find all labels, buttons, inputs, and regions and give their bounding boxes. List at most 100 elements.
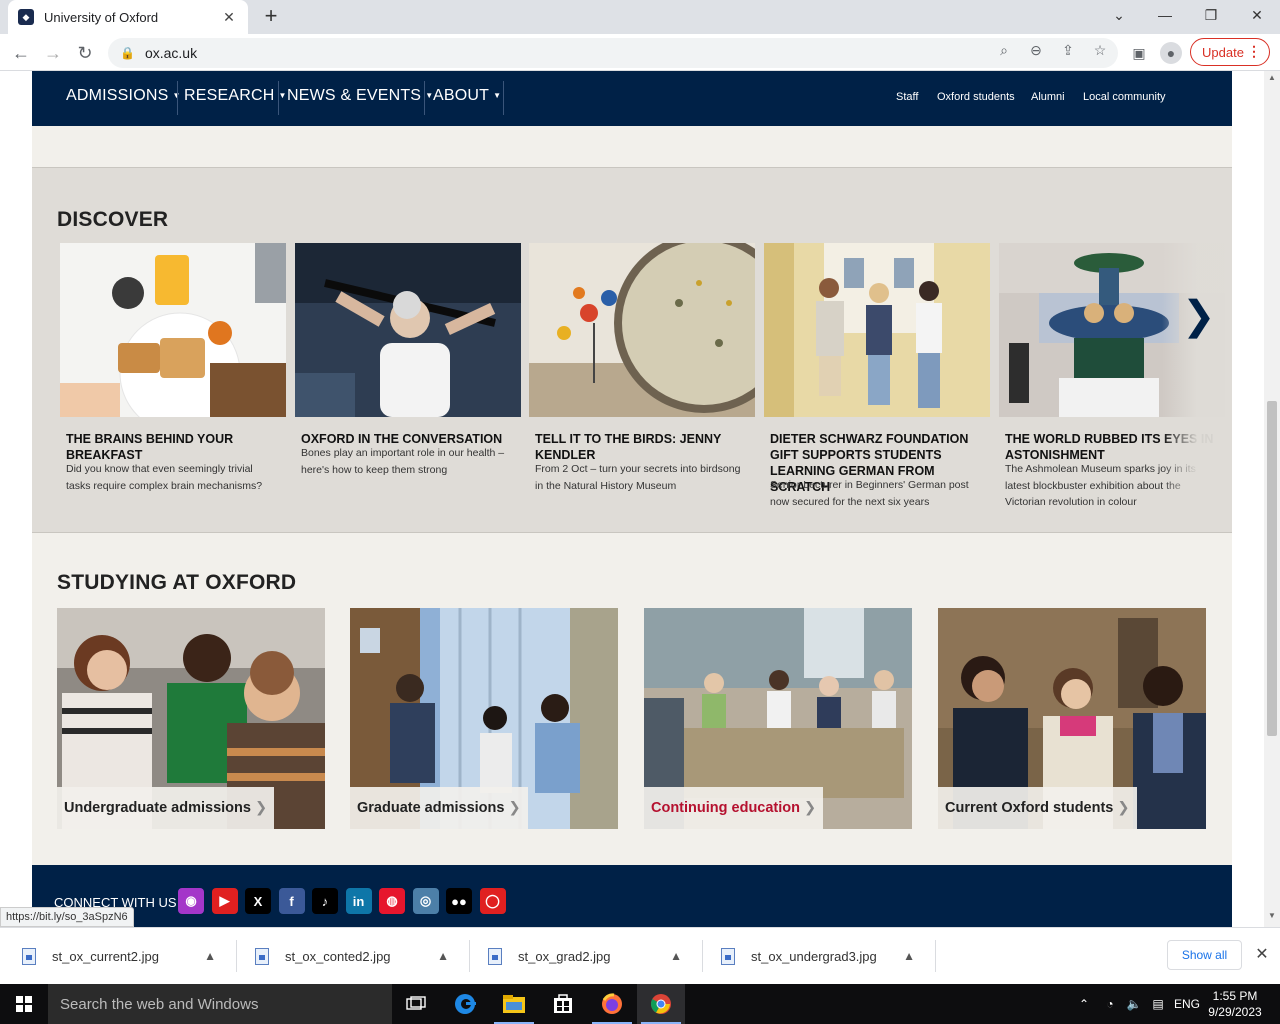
discover-title: DISCOVER	[57, 208, 169, 231]
browser-tab-bar: ◆ University of Oxford ✕ + ⌄ — ❐ ✕	[0, 0, 1280, 34]
chevron-right-icon: ❯	[1117, 800, 1130, 816]
chevron-right-icon: ❯	[804, 800, 817, 816]
file-explorer-icon[interactable]	[490, 984, 538, 1024]
discover-card[interactable]: DIETER SCHWARZ FOUNDATION GIFT SUPPORTS …	[764, 243, 990, 513]
discover-card[interactable]: THE BRAINS BEHIND YOUR BREAKFAST Did you…	[60, 243, 286, 513]
facebook-icon[interactable]: f	[278, 888, 305, 914]
graduate-admissions-tile[interactable]: Graduate admissions ❯	[350, 608, 618, 829]
instagram-icon[interactable]: ◎	[412, 888, 439, 914]
chevron-up-icon[interactable]: ▲	[903, 949, 915, 963]
volume-icon[interactable]: 🔈	[1124, 984, 1144, 1024]
windows-taskbar: Search the web and Windows ⌃ ◔ 🔈 ▤ ENG 1…	[0, 984, 1280, 1024]
restore-icon[interactable]: ❐	[1188, 0, 1234, 30]
undergraduate-admissions-tile[interactable]: Undergraduate admissions ❯	[57, 608, 325, 829]
tile-label[interactable]: Continuing education ❯	[644, 787, 824, 829]
tiktok-icon[interactable]: ♪	[312, 888, 338, 914]
zoom-out-icon[interactable]: ⊖	[1026, 40, 1046, 60]
nav-about[interactable]: ABOUT ▼	[433, 87, 501, 109]
close-window-icon[interactable]: ✕	[1234, 0, 1280, 30]
firefox-icon[interactable]	[588, 984, 636, 1024]
taskbar-search-box[interactable]: Search the web and Windows	[48, 984, 392, 1024]
show-all-downloads-button[interactable]: Show all	[1167, 940, 1242, 970]
youtube-icon[interactable]: ▶	[211, 888, 238, 914]
lock-icon[interactable]: 🔒	[120, 46, 135, 60]
tile-label-text: Current Oxford students	[945, 800, 1114, 816]
clock-date: 9/29/2023	[1208, 1005, 1262, 1019]
quick-link-staff[interactable]: Staff	[896, 91, 918, 103]
tab-close-icon[interactable]: ✕	[220, 9, 238, 26]
site-footer: CONNECT WITH US ◉ ▶ Xf ♪ in ◍ ◎ ●● ◯	[32, 865, 1232, 927]
nav-news-events[interactable]: NEWS & EVENTS ▼	[287, 87, 433, 109]
side-panel-icon[interactable]: ▣	[1128, 42, 1150, 64]
chat-icon[interactable]: ◯	[479, 888, 506, 914]
students-walking-image	[764, 243, 990, 417]
tile-label[interactable]: Current Oxford students ❯	[938, 787, 1137, 829]
download-item[interactable]: st_ox_grad2.jpg ▲	[472, 938, 696, 974]
weibo-icon[interactable]: ◍	[379, 888, 405, 914]
new-tab-button[interactable]: +	[258, 4, 284, 30]
page-scrollbar[interactable]: ▲ ▼	[1264, 71, 1280, 927]
tab-search-chevron-icon[interactable]: ⌄	[1096, 0, 1142, 30]
chevron-up-icon[interactable]: ▲	[204, 949, 216, 963]
action-center-icon[interactable]: ▤	[1148, 984, 1168, 1024]
tile-label[interactable]: Undergraduate admissions ❯	[57, 787, 275, 829]
nav-divider	[424, 81, 425, 115]
download-divider	[935, 940, 936, 972]
chevron-up-icon[interactable]: ▲	[670, 949, 682, 963]
reload-icon[interactable]: ↻	[70, 38, 100, 68]
download-item[interactable]: st_ox_undergrad3.jpg ▲	[705, 938, 929, 974]
discover-card[interactable]: OXFORD IN THE CONVERSATION Bones play an…	[295, 243, 521, 513]
download-filename: st_ox_undergrad3.jpg	[751, 948, 877, 964]
linkedin-icon[interactable]: in	[345, 888, 372, 914]
carousel-next-arrow-icon[interactable]: ❯	[1182, 293, 1216, 339]
minimize-icon[interactable]: —	[1142, 0, 1188, 30]
taskbar-clock[interactable]: 1:55 PM 9/29/2023	[1205, 988, 1265, 1020]
update-label: Update	[1202, 44, 1244, 60]
profile-avatar-icon[interactable]: ●	[1160, 42, 1182, 64]
scroll-up-arrow-icon[interactable]: ▲	[1264, 73, 1280, 87]
quick-link-oxford-students[interactable]: Oxford students	[937, 91, 1015, 103]
browser-tab[interactable]: ◆ University of Oxford ✕	[8, 0, 248, 34]
current-students-tile[interactable]: Current Oxford students ❯	[938, 608, 1206, 829]
task-view-icon[interactable]	[392, 984, 440, 1024]
chrome-icon[interactable]	[637, 984, 685, 1024]
url-text[interactable]: ox.ac.uk	[145, 45, 197, 61]
update-button[interactable]: Update ⋮	[1190, 38, 1270, 66]
scroll-down-arrow-icon[interactable]: ▼	[1264, 911, 1280, 925]
studying-section: STUDYING AT OXFORD Undergraduate admissi…	[32, 533, 1232, 865]
search-icon[interactable]: ⌕	[994, 40, 1014, 60]
continuing-education-tile[interactable]: Continuing education ❯	[644, 608, 912, 829]
nav-research[interactable]: RESEARCH ▼	[184, 87, 287, 109]
language-indicator[interactable]: ENG	[1170, 984, 1204, 1024]
close-downloads-icon[interactable]: ✕	[1252, 944, 1272, 964]
nav-divider	[278, 81, 279, 115]
address-bar[interactable]: 🔒 ox.ac.uk	[108, 38, 1118, 68]
podcast-icon[interactable]: ◉	[178, 888, 204, 914]
share-icon[interactable]: ⇪	[1058, 40, 1078, 60]
back-icon[interactable]: ←	[6, 38, 36, 68]
card-description: From 2 Oct – turn your secrets into bird…	[535, 463, 741, 492]
forward-icon[interactable]: →	[38, 38, 68, 68]
store-icon[interactable]	[539, 984, 587, 1024]
chevron-up-icon[interactable]: ▲	[437, 949, 449, 963]
start-button[interactable]	[0, 984, 48, 1024]
medium-icon[interactable]: ●●	[446, 888, 472, 914]
download-item[interactable]: st_ox_conted2.jpg ▲	[239, 938, 463, 974]
download-item[interactable]: st_ox_current2.jpg ▲	[6, 938, 230, 974]
clock-time: 1:55 PM	[1212, 989, 1258, 1003]
x-icon[interactable]: X	[245, 888, 271, 914]
image-file-icon	[488, 947, 502, 965]
edge-browser-icon[interactable]	[441, 984, 489, 1024]
show-hidden-icons-chevron-icon[interactable]: ⌃	[1074, 984, 1094, 1024]
network-icon[interactable]: ◔	[1100, 984, 1120, 1024]
scrollbar-thumb[interactable]	[1267, 401, 1277, 736]
bookmark-star-icon[interactable]: ☆	[1090, 40, 1110, 60]
birdsong-art-image	[529, 243, 755, 417]
nav-news-events-label: NEWS & EVENTS	[287, 87, 422, 104]
menu-kebab-icon[interactable]: ⋮	[1247, 43, 1261, 60]
quick-link-local-community[interactable]: Local community	[1083, 91, 1166, 103]
tile-label[interactable]: Graduate admissions ❯	[350, 787, 528, 829]
nav-admissions[interactable]: ADMISSIONS▼	[66, 87, 181, 109]
quick-link-alumni[interactable]: Alumni	[1031, 91, 1065, 103]
discover-card[interactable]: TELL IT TO THE BIRDS: JENNY KENDLER From…	[529, 243, 755, 513]
